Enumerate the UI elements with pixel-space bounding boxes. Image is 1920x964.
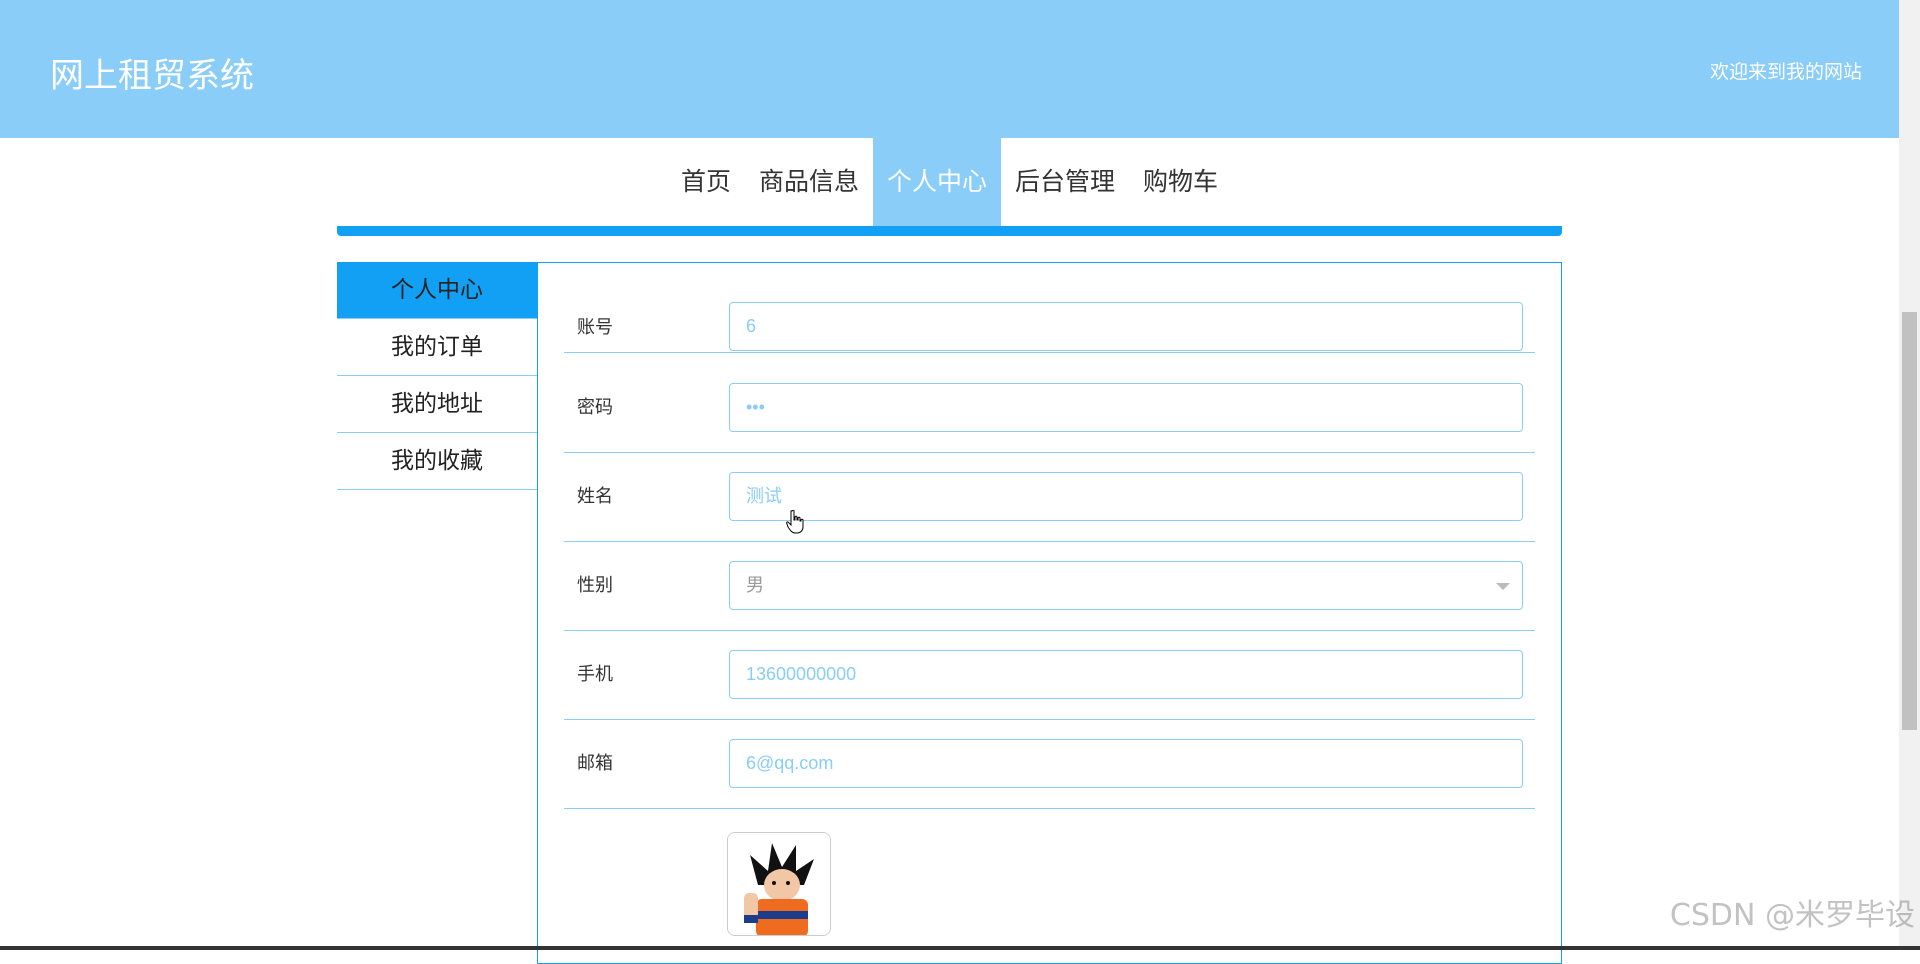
name-input[interactable]: 测试 [729, 472, 1523, 521]
site-title[interactable]: 网上租贸系统 [50, 48, 254, 97]
sidebar-item-my-favorites[interactable]: 我的收藏 [337, 433, 537, 490]
main-nav: 首页 商品信息 个人中心 后台管理 购物车 [0, 138, 1899, 226]
avatar-image [728, 833, 830, 935]
form-row-phone: 手机 13600000000 [564, 630, 1535, 720]
phone-label: 手机 [577, 664, 613, 685]
form-row-email: 邮箱 6@qq.com [564, 719, 1535, 809]
nav-item-personal-center[interactable]: 个人中心 [872, 138, 1001, 226]
gender-select-value: 男 [746, 575, 764, 595]
email-input[interactable]: 6@qq.com [729, 739, 1523, 788]
password-label: 密码 [577, 397, 613, 418]
welcome-text: 欢迎来到我的网站 [1709, 61, 1862, 83]
sidebar: 个人中心 我的订单 我的地址 我的收藏 [337, 262, 537, 490]
vertical-scrollbar[interactable] [1899, 0, 1920, 950]
email-label: 邮箱 [577, 753, 613, 774]
bottom-edge [0, 946, 1920, 950]
watermark: CSDN @米罗毕设 [1669, 898, 1915, 933]
avatar[interactable] [727, 832, 831, 936]
sidebar-item-personal-center[interactable]: 个人中心 [337, 262, 537, 319]
gender-select[interactable]: 男 [729, 561, 1523, 610]
sidebar-item-my-address[interactable]: 我的地址 [337, 376, 537, 433]
form-row-name: 姓名 测试 [564, 452, 1535, 542]
nav-item-cart[interactable]: 购物车 [1129, 138, 1232, 226]
sidebar-item-my-orders[interactable]: 我的订单 [337, 319, 537, 376]
nav-item-home[interactable]: 首页 [667, 138, 745, 226]
name-label: 姓名 [577, 486, 613, 507]
account-input[interactable]: 6 [729, 302, 1523, 351]
form-row-password: 密码 ••• [564, 363, 1535, 453]
hand-pointer-icon [786, 510, 804, 534]
scrollbar-thumb[interactable] [1902, 312, 1917, 730]
gender-label: 性别 [577, 575, 613, 596]
nav-item-products[interactable]: 商品信息 [745, 138, 873, 226]
nav-item-admin[interactable]: 后台管理 [1001, 138, 1129, 226]
phone-input[interactable]: 13600000000 [729, 650, 1523, 699]
password-input[interactable]: ••• [729, 383, 1523, 432]
chevron-down-icon [1496, 583, 1510, 590]
form-row-gender: 性别 男 [564, 541, 1535, 631]
nav-accent-bar [337, 226, 1562, 236]
header: 网上租贸系统 欢迎来到我的网站 [0, 0, 1899, 138]
profile-panel: 账号 6 密码 ••• 姓名 测试 性别 男 手机 13600000000 邮箱… [537, 262, 1562, 964]
form-row-account: 账号 6 [564, 263, 1535, 353]
